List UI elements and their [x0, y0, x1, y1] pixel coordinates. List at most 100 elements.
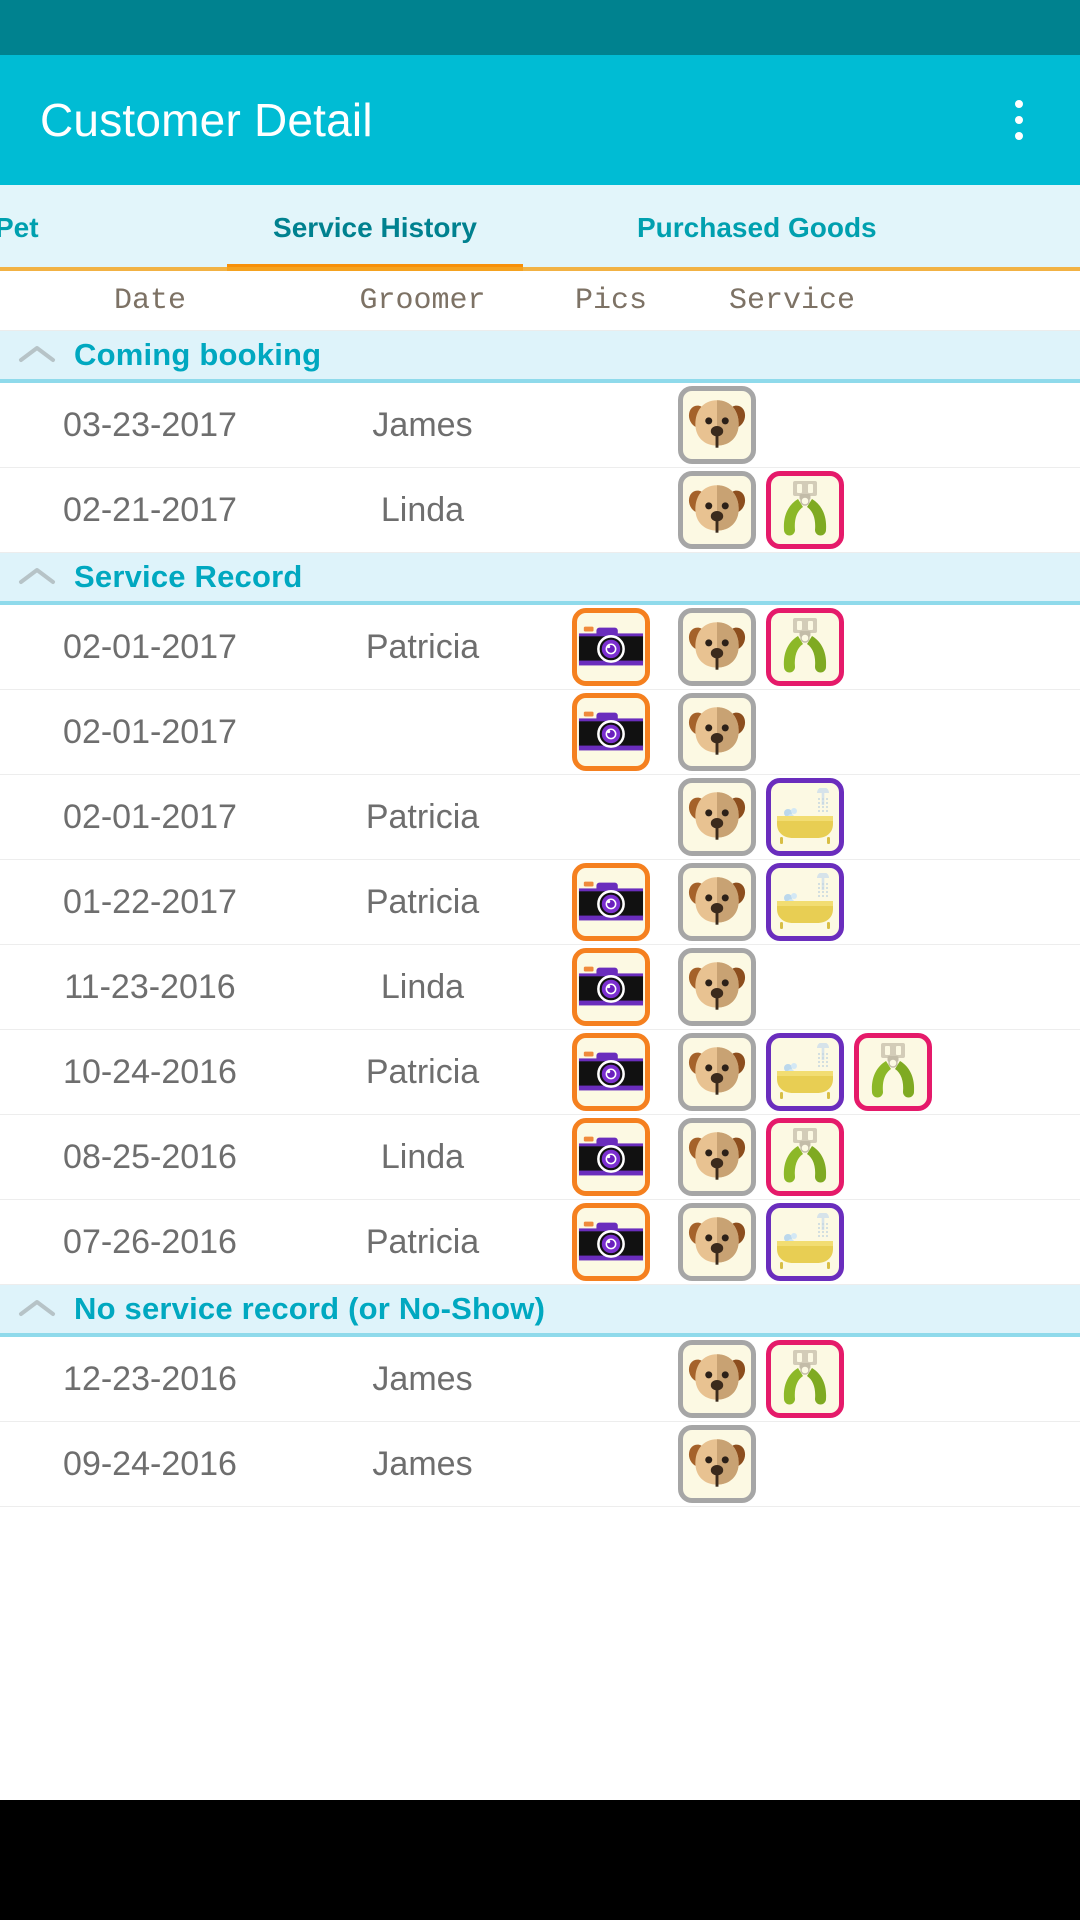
tab-service-history-label: Service History [273, 212, 477, 243]
table-row[interactable]: 08-25-2016 Linda [0, 1115, 1080, 1200]
dog-face-icon-tile[interactable] [678, 386, 756, 464]
table-row[interactable]: 02-01-2017 Patricia [0, 605, 1080, 690]
cell-date: 03-23-2017 [63, 405, 237, 444]
cell-groomer: Patricia [365, 797, 480, 836]
camera-icon-tile[interactable] [572, 1118, 650, 1196]
table-row[interactable]: 02-21-2017 Linda [0, 468, 1080, 553]
chevron-up-icon[interactable] [0, 1297, 74, 1321]
camera-icon-tile[interactable] [572, 948, 650, 1026]
dog-face-icon-tile[interactable] [678, 608, 756, 686]
pet-clipper-icon-tile[interactable] [854, 1033, 932, 1111]
tab-service-history[interactable]: Service History [175, 185, 575, 271]
cell-service [677, 1340, 1080, 1418]
dog-face-icon-tile[interactable] [678, 693, 756, 771]
table-row[interactable]: 12-23-2016 James [0, 1337, 1080, 1422]
section-header[interactable]: Service Record [0, 553, 1080, 605]
cell-service [677, 693, 1080, 771]
camera-icon-tile[interactable] [572, 1033, 650, 1111]
cell-groomer: Linda [380, 967, 465, 1006]
cell-pics [545, 1033, 677, 1111]
table-row[interactable]: 11-23-2016 Linda [0, 945, 1080, 1030]
tab-underline [0, 267, 1080, 271]
pet-clipper-icon-tile[interactable] [766, 1118, 844, 1196]
customer-detail-screen: Customer Detail Pet Service History Purc… [0, 0, 1080, 1920]
bathtub-shower-icon-tile[interactable] [766, 1203, 844, 1281]
table-row[interactable]: 03-23-2017 James [0, 383, 1080, 468]
pet-clipper-icon [783, 1350, 827, 1405]
cell-pics [545, 1203, 677, 1281]
column-header-pics: Pics [574, 283, 647, 318]
cell-service [677, 608, 1080, 686]
bathtub-shower-icon-tile[interactable] [766, 1033, 844, 1111]
pet-clipper-icon [783, 481, 827, 536]
cell-date: 02-01-2017 [63, 627, 237, 666]
cell-service [677, 386, 1080, 464]
camera-icon-tile[interactable] [572, 1203, 650, 1281]
camera-icon-tile[interactable] [572, 863, 650, 941]
chevron-up-icon[interactable] [0, 343, 74, 367]
dog-face-icon [688, 1047, 746, 1095]
camera-icon [578, 1051, 644, 1091]
cell-date: 12-23-2016 [63, 1359, 237, 1398]
dog-face-icon-tile[interactable] [678, 471, 756, 549]
cell-service [677, 1033, 1080, 1111]
dog-face-icon-tile[interactable] [678, 948, 756, 1026]
camera-icon [578, 626, 644, 666]
section-header[interactable]: Coming booking [0, 331, 1080, 383]
cell-date: 02-01-2017 [63, 797, 237, 836]
table-row[interactable]: 02-01-2017 [0, 690, 1080, 775]
table-row[interactable]: 07-26-2016 Patricia [0, 1200, 1080, 1285]
cell-service [677, 1425, 1080, 1503]
chevron-up-icon[interactable] [0, 565, 74, 589]
cell-service [677, 863, 1080, 941]
status-bar [0, 0, 1080, 55]
pet-clipper-icon-tile[interactable] [766, 471, 844, 549]
bathtub-shower-icon [777, 1043, 833, 1099]
dog-face-icon [688, 1217, 746, 1265]
dog-face-icon [688, 400, 746, 448]
dog-face-icon-tile[interactable] [678, 1033, 756, 1111]
dog-face-icon [688, 622, 746, 670]
column-header-service: Service [728, 283, 856, 318]
table-row[interactable]: 02-01-2017 Patricia [0, 775, 1080, 860]
cell-groomer: Patricia [365, 1052, 480, 1091]
section-title: No service record (or No-Show) [74, 1291, 546, 1326]
camera-icon-tile[interactable] [572, 608, 650, 686]
tab-pet[interactable]: Pet [0, 185, 175, 271]
section-header[interactable]: No service record (or No-Show) [0, 1285, 1080, 1337]
overflow-menu-icon[interactable] [996, 90, 1042, 150]
section-title: Service Record [74, 559, 303, 594]
column-header-groomer: Groomer [359, 283, 486, 318]
dog-face-icon-tile[interactable] [678, 778, 756, 856]
pet-clipper-icon-tile[interactable] [766, 1340, 844, 1418]
pet-clipper-icon [783, 1128, 827, 1183]
cell-groomer: Linda [380, 1137, 465, 1176]
cell-date: 08-25-2016 [63, 1137, 237, 1176]
camera-icon-tile[interactable] [572, 693, 650, 771]
dog-face-icon-tile[interactable] [678, 1118, 756, 1196]
dog-face-icon-tile[interactable] [678, 1203, 756, 1281]
pet-clipper-icon-tile[interactable] [766, 608, 844, 686]
app-bar: Customer Detail [0, 55, 1080, 185]
cell-groomer: Patricia [365, 882, 480, 921]
dog-face-icon [688, 485, 746, 533]
dog-face-icon-tile[interactable] [678, 1340, 756, 1418]
dog-face-icon-tile[interactable] [678, 863, 756, 941]
table-row[interactable]: 10-24-2016 Patricia [0, 1030, 1080, 1115]
bathtub-shower-icon [777, 873, 833, 929]
dog-face-icon [688, 877, 746, 925]
cell-date: 02-21-2017 [63, 490, 237, 529]
bathtub-shower-icon-tile[interactable] [766, 863, 844, 941]
dog-face-icon-tile[interactable] [678, 1425, 756, 1503]
cell-groomer: James [372, 405, 473, 444]
cell-service [677, 948, 1080, 1026]
tab-purchased-goods[interactable]: Purchased Goods [575, 185, 1075, 271]
cell-groomer: James [372, 1444, 473, 1483]
bathtub-shower-icon-tile[interactable] [766, 778, 844, 856]
page-title: Customer Detail [40, 94, 373, 146]
table-row[interactable]: 09-24-2016 James [0, 1422, 1080, 1507]
table-row[interactable]: 01-22-2017 Patricia [0, 860, 1080, 945]
camera-icon [578, 711, 644, 751]
dog-face-icon [688, 962, 746, 1010]
cell-groomer: Patricia [365, 1222, 480, 1261]
